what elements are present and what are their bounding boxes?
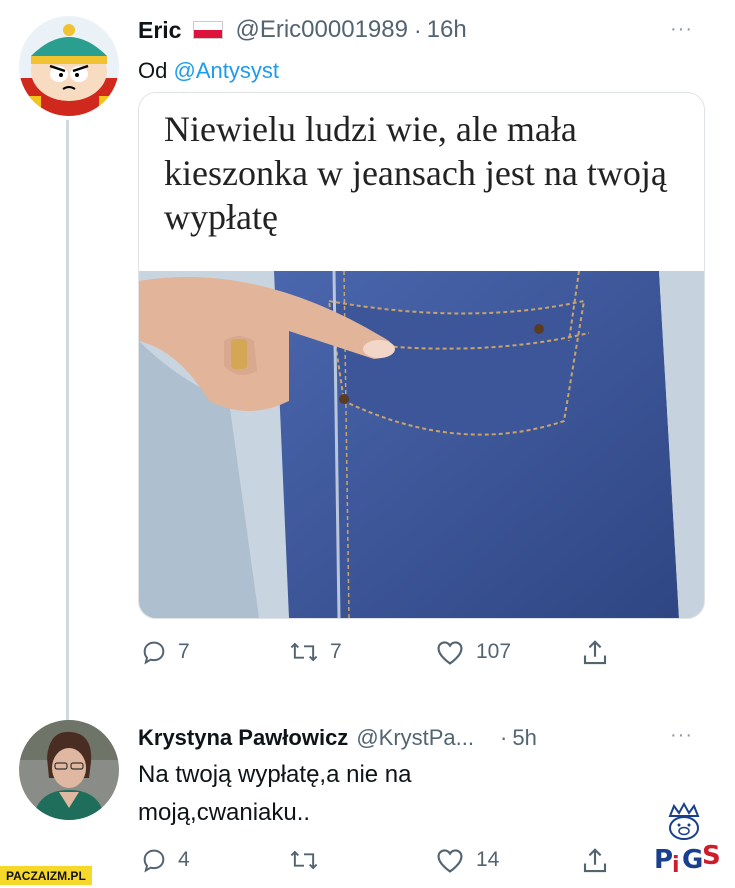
replying-to: Od @Antysyst — [138, 58, 279, 84]
pig-crown-logo-image: P i G S — [654, 801, 721, 878]
profile-photo-image — [19, 720, 119, 820]
heart-icon — [437, 641, 463, 665]
like-count: 14 — [476, 848, 500, 871]
display-name[interactable]: Krystyna Pawłowicz — [138, 725, 348, 751]
like-button[interactable]: 14 — [434, 846, 499, 874]
retweet-button[interactable] — [288, 846, 330, 874]
svg-text:P: P — [654, 845, 673, 875]
jeans-pocket-image — [139, 271, 704, 618]
share-icon — [583, 848, 607, 873]
timestamp[interactable]: 5h — [512, 725, 536, 751]
thread-connector-line — [66, 120, 69, 720]
pigs-logo: P i G S — [648, 800, 728, 885]
share-button[interactable] — [580, 846, 610, 876]
cartman-avatar-image — [19, 16, 119, 116]
retweet-button[interactable]: 7 — [288, 638, 342, 666]
reply-count: 4 — [178, 848, 190, 871]
dot-separator: · — [413, 16, 422, 43]
share-button[interactable] — [580, 638, 610, 668]
svg-text:i: i — [672, 853, 680, 878]
heart-icon — [437, 849, 463, 873]
like-count: 107 — [476, 640, 512, 663]
user-handle[interactable]: @Eric00001989 — [235, 16, 407, 44]
avatar-eric[interactable] — [19, 16, 119, 116]
media-caption: Niewielu ludzi wie, ale mała kieszonka w… — [139, 93, 704, 271]
more-options-icon[interactable]: ··· — [670, 724, 693, 747]
reply-button[interactable]: 7 — [140, 638, 190, 666]
reply-count: 7 — [178, 640, 190, 663]
reply-button[interactable]: 4 — [140, 846, 190, 874]
tweet-text-line: moją,cwaniaku.. — [138, 799, 311, 826]
reply-icon — [143, 849, 165, 873]
paczaizm-watermark: PACZAIZM.PL — [0, 866, 92, 885]
tweet-text: Na twoją wypłatę,a nie na moją,cwaniaku.… — [138, 756, 412, 832]
reply-icon — [143, 641, 165, 665]
tweet-header: Eric @Eric00001989 · 16h — [138, 14, 467, 46]
tweet-header: Krystyna Pawłowicz @KrystPa... · 5h — [138, 722, 537, 754]
avatar-krystyna[interactable] — [19, 720, 119, 820]
retweet-count: 7 — [330, 640, 342, 663]
retweet-icon — [290, 642, 318, 662]
like-button[interactable]: 107 — [434, 638, 511, 666]
svg-text:G: G — [682, 845, 703, 875]
svg-text:S: S — [702, 841, 721, 871]
poland-flag-icon — [193, 21, 224, 39]
display-name[interactable]: Eric — [138, 17, 181, 44]
more-options-icon[interactable]: ··· — [670, 18, 693, 41]
tweet-media[interactable]: Niewielu ludzi wie, ale mała kieszonka w… — [138, 92, 705, 619]
dot-separator: · — [500, 725, 508, 750]
tweet-text-line: Na twoją wypłatę,a nie na — [138, 761, 412, 788]
user-handle[interactable]: @KrystPa... — [356, 725, 474, 751]
replying-to-prefix: Od — [138, 58, 168, 83]
share-icon — [583, 640, 607, 665]
timestamp[interactable]: 16h — [427, 16, 467, 44]
replying-to-handle[interactable]: @Antysyst — [173, 58, 278, 83]
retweet-icon — [290, 850, 318, 870]
